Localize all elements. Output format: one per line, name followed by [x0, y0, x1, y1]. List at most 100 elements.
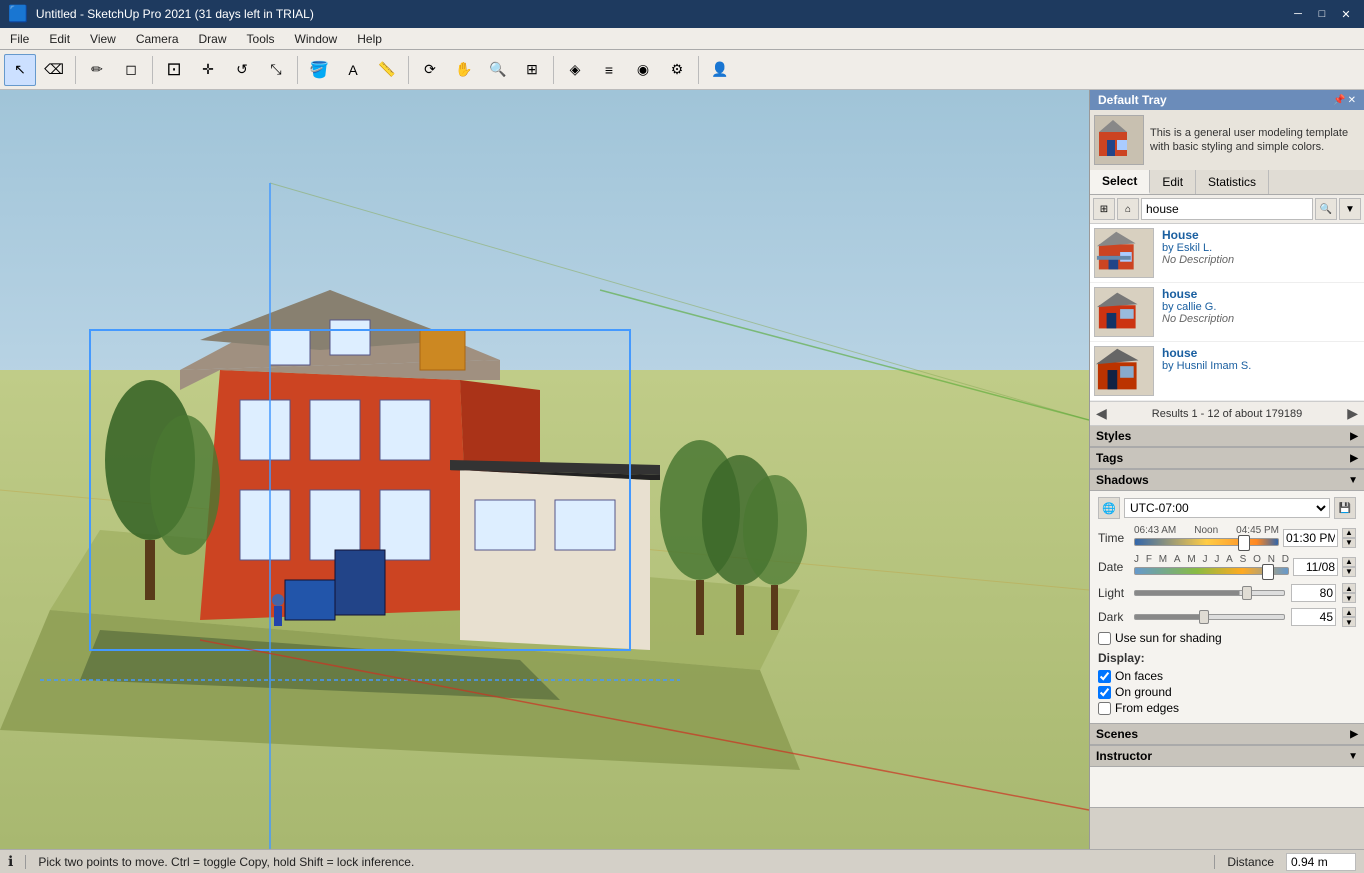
tags-header[interactable]: Tags ▶	[1090, 448, 1364, 469]
timezone-save-button[interactable]: 💾	[1334, 497, 1356, 519]
time-noon-label: Noon	[1194, 525, 1218, 536]
on-ground-checkbox[interactable]	[1098, 686, 1111, 699]
home-button[interactable]: ⌂	[1117, 198, 1139, 220]
time-slider-thumb[interactable]	[1238, 535, 1250, 551]
scale-tool-button[interactable]: ⤡	[260, 54, 292, 86]
search-input[interactable]	[1141, 198, 1313, 220]
component-list: House by Eskil L. No Description house	[1090, 224, 1364, 402]
menu-window[interactable]: Window	[285, 30, 348, 48]
from-edges-row: From edges	[1098, 701, 1356, 715]
light-up-button[interactable]: ▲	[1342, 583, 1356, 593]
search-button[interactable]: 🔍	[1315, 198, 1337, 220]
push-pull-tool-button[interactable]: ⊡	[158, 54, 190, 86]
menu-view[interactable]: View	[80, 30, 126, 48]
from-edges-checkbox[interactable]	[1098, 702, 1111, 715]
on-ground-row: On ground	[1098, 685, 1356, 699]
date-value-input[interactable]	[1293, 558, 1338, 576]
instructor-section: Instructor ▼	[1090, 746, 1364, 808]
light-slider-thumb[interactable]	[1242, 586, 1252, 600]
shadows-header[interactable]: Shadows ▼	[1090, 470, 1364, 491]
shapes-tool-button[interactable]: ◻	[115, 54, 147, 86]
menu-help[interactable]: Help	[347, 30, 392, 48]
menu-edit[interactable]: Edit	[39, 30, 80, 48]
select-tool-button[interactable]: ↖	[4, 54, 36, 86]
date-up-button[interactable]: ▲	[1342, 557, 1356, 567]
component-name[interactable]: House	[1162, 228, 1360, 242]
close-button[interactable]: ✕	[1336, 4, 1356, 24]
light-slider-track[interactable]	[1134, 590, 1285, 596]
text-tool-button[interactable]: A	[337, 54, 369, 86]
styles-tool-button[interactable]: ◉	[627, 54, 659, 86]
nav-row: ◀ Results 1 - 12 of about 179189 ▶	[1090, 402, 1364, 426]
instructor-content	[1090, 767, 1364, 807]
date-slider-thumb[interactable]	[1262, 564, 1274, 580]
on-faces-checkbox[interactable]	[1098, 670, 1111, 683]
nav-forward-button[interactable]: ▶	[1347, 405, 1358, 422]
viewport[interactable]	[0, 90, 1089, 849]
eraser-tool-button[interactable]: ⌫	[38, 54, 70, 86]
tray-pin-button[interactable]: 📌	[1333, 95, 1345, 106]
menu-camera[interactable]: Camera	[126, 30, 189, 48]
pan-tool-button[interactable]: ✋	[448, 54, 480, 86]
component-desc: No Description	[1162, 313, 1360, 325]
component-preview: This is a general user modeling template…	[1090, 110, 1364, 170]
timezone-select[interactable]: UTC-07:00 UTC-08:00 UTC-06:00	[1124, 498, 1330, 518]
list-item[interactable]: house by callie G. No Description	[1090, 283, 1364, 342]
paint-tool-button[interactable]: 🪣	[303, 54, 335, 86]
extensions-tool-button[interactable]: ⚙	[661, 54, 693, 86]
user-tool-button[interactable]: 👤	[704, 54, 736, 86]
dark-slider-track[interactable]	[1134, 614, 1285, 620]
time-down-button[interactable]: ▼	[1342, 538, 1356, 548]
list-item[interactable]: House by Eskil L. No Description	[1090, 224, 1364, 283]
nav-back-button[interactable]: ◀	[1096, 405, 1107, 422]
menu-tools[interactable]: Tools	[237, 30, 285, 48]
component-name[interactable]: house	[1162, 346, 1360, 360]
search-dropdown-button[interactable]: ▼	[1339, 198, 1361, 220]
zoom-ext-tool-button[interactable]: ⊞	[516, 54, 548, 86]
light-value-input[interactable]: 80	[1291, 584, 1336, 602]
on-ground-label: On ground	[1115, 685, 1172, 699]
dark-value-input[interactable]: 45	[1291, 608, 1336, 626]
maximize-button[interactable]: □	[1312, 4, 1332, 24]
tab-statistics[interactable]: Statistics	[1196, 170, 1269, 194]
distance-input[interactable]	[1286, 853, 1356, 871]
distance-label: Distance	[1227, 855, 1274, 869]
time-value-input[interactable]	[1283, 529, 1338, 547]
pencil-tool-button[interactable]: ✏	[81, 54, 113, 86]
layers-tool-button[interactable]: ≡	[593, 54, 625, 86]
timezone-icon: 🌐	[1098, 497, 1120, 519]
list-item[interactable]: house by Husnil Imam S.	[1090, 342, 1364, 401]
light-down-button[interactable]: ▼	[1342, 593, 1356, 603]
scenes-header[interactable]: Scenes ▶	[1090, 724, 1364, 745]
tab-edit[interactable]: Edit	[1150, 170, 1196, 194]
dark-down-button[interactable]: ▼	[1342, 617, 1356, 627]
component-desc: No Description	[1162, 254, 1360, 266]
move-tool-button[interactable]: ✛	[192, 54, 224, 86]
component-tabs: Select Edit Statistics	[1090, 170, 1364, 195]
dark-row: Dark 45 ▲ ▼	[1098, 607, 1356, 627]
component-name[interactable]: house	[1162, 287, 1360, 301]
minimize-button[interactable]: ─	[1288, 4, 1308, 24]
components-tool-button[interactable]: ◈	[559, 54, 591, 86]
dark-slider-thumb[interactable]	[1199, 610, 1209, 624]
date-slider-track[interactable]	[1134, 567, 1289, 575]
menu-draw[interactable]: Draw	[189, 30, 237, 48]
styles-header[interactable]: Styles ▶	[1090, 426, 1364, 447]
use-sun-checkbox[interactable]	[1098, 632, 1111, 645]
date-down-button[interactable]: ▼	[1342, 567, 1356, 577]
tray-close-button[interactable]: ✕	[1348, 95, 1356, 106]
tab-select[interactable]: Select	[1090, 170, 1150, 194]
tape-tool-button[interactable]: 📏	[371, 54, 403, 86]
search-row: ⊞ ⌂ 🔍 ▼	[1090, 195, 1364, 224]
time-up-button[interactable]: ▲	[1342, 528, 1356, 538]
instructor-header[interactable]: Instructor ▼	[1090, 746, 1364, 767]
results-text: Results 1 - 12 of about 179189	[1152, 408, 1302, 420]
dark-up-button[interactable]: ▲	[1342, 607, 1356, 617]
zoom-tool-button[interactable]: 🔍	[482, 54, 514, 86]
menu-file[interactable]: File	[0, 30, 39, 48]
grid-view-button[interactable]: ⊞	[1093, 198, 1115, 220]
right-panel: Default Tray 📌 ✕ This is a general user …	[1089, 90, 1364, 849]
orbit-tool-button[interactable]: ⟳	[414, 54, 446, 86]
rotate-tool-button[interactable]: ↺	[226, 54, 258, 86]
time-slider-track[interactable]	[1134, 538, 1279, 546]
